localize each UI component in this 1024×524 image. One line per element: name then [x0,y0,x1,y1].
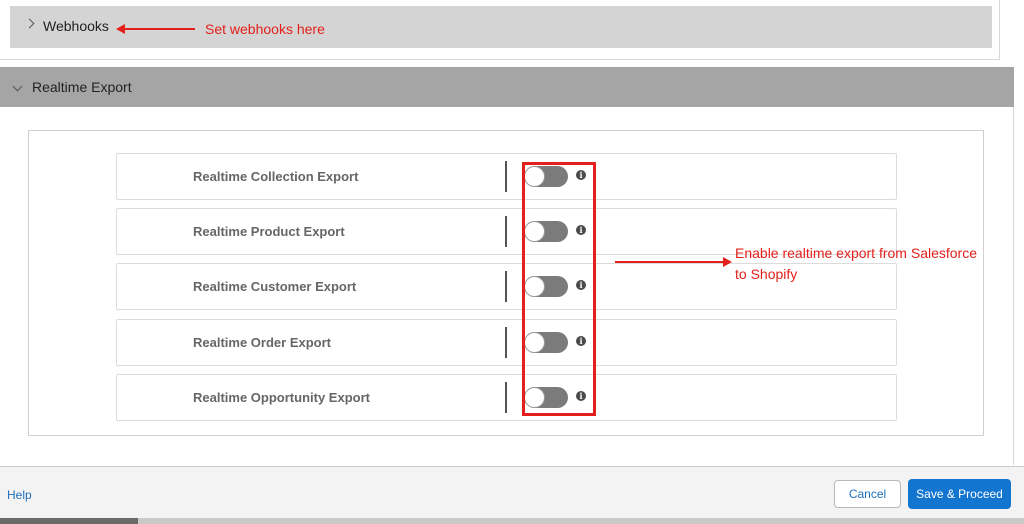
annotation-line: Enable realtime export from Salesforce [735,245,977,261]
setting-label: Realtime Opportunity Export [193,390,370,405]
divider [505,382,507,413]
horizontal-scrollbar-track[interactable] [0,518,1024,524]
setting-row-opportunity: Realtime Opportunity Export i [116,374,897,421]
setting-label: Realtime Customer Export [193,279,357,294]
save-and-proceed-button[interactable]: Save & Proceed [908,479,1011,509]
webhooks-section [0,0,1000,60]
divider [505,216,507,247]
horizontal-scrollbar-thumb[interactable] [0,518,138,524]
setting-row-collection: Realtime Collection Export i [116,153,897,200]
setting-row-order: Realtime Order Export i [116,319,897,366]
webhooks-title[interactable]: Webhooks [43,18,109,34]
setting-label: Realtime Order Export [193,335,331,350]
realtime-export-annotation: Enable realtime export from Salesforce t… [735,243,1005,285]
divider [505,271,507,302]
help-link[interactable]: Help [7,488,32,502]
footer-bar: Help Cancel Save & Proceed [0,466,1024,518]
annotation-line: to Shopify [735,266,798,282]
divider [505,161,507,192]
setting-label: Realtime Product Export [193,224,345,239]
webhooks-accordion-header[interactable] [10,6,992,48]
divider [505,327,507,358]
webhooks-annotation: Set webhooks here [205,21,325,37]
setting-label: Realtime Collection Export [193,169,359,184]
annotation-highlight-box [522,162,596,416]
annotation-arrow-line [615,261,725,263]
annotation-arrow-line [121,28,195,30]
annotation-arrow-head [116,24,125,34]
realtime-export-accordion-header[interactable] [0,67,1014,107]
annotation-arrow-head [723,257,732,267]
realtime-export-title[interactable]: Realtime Export [32,79,132,95]
cancel-button[interactable]: Cancel [834,480,901,508]
